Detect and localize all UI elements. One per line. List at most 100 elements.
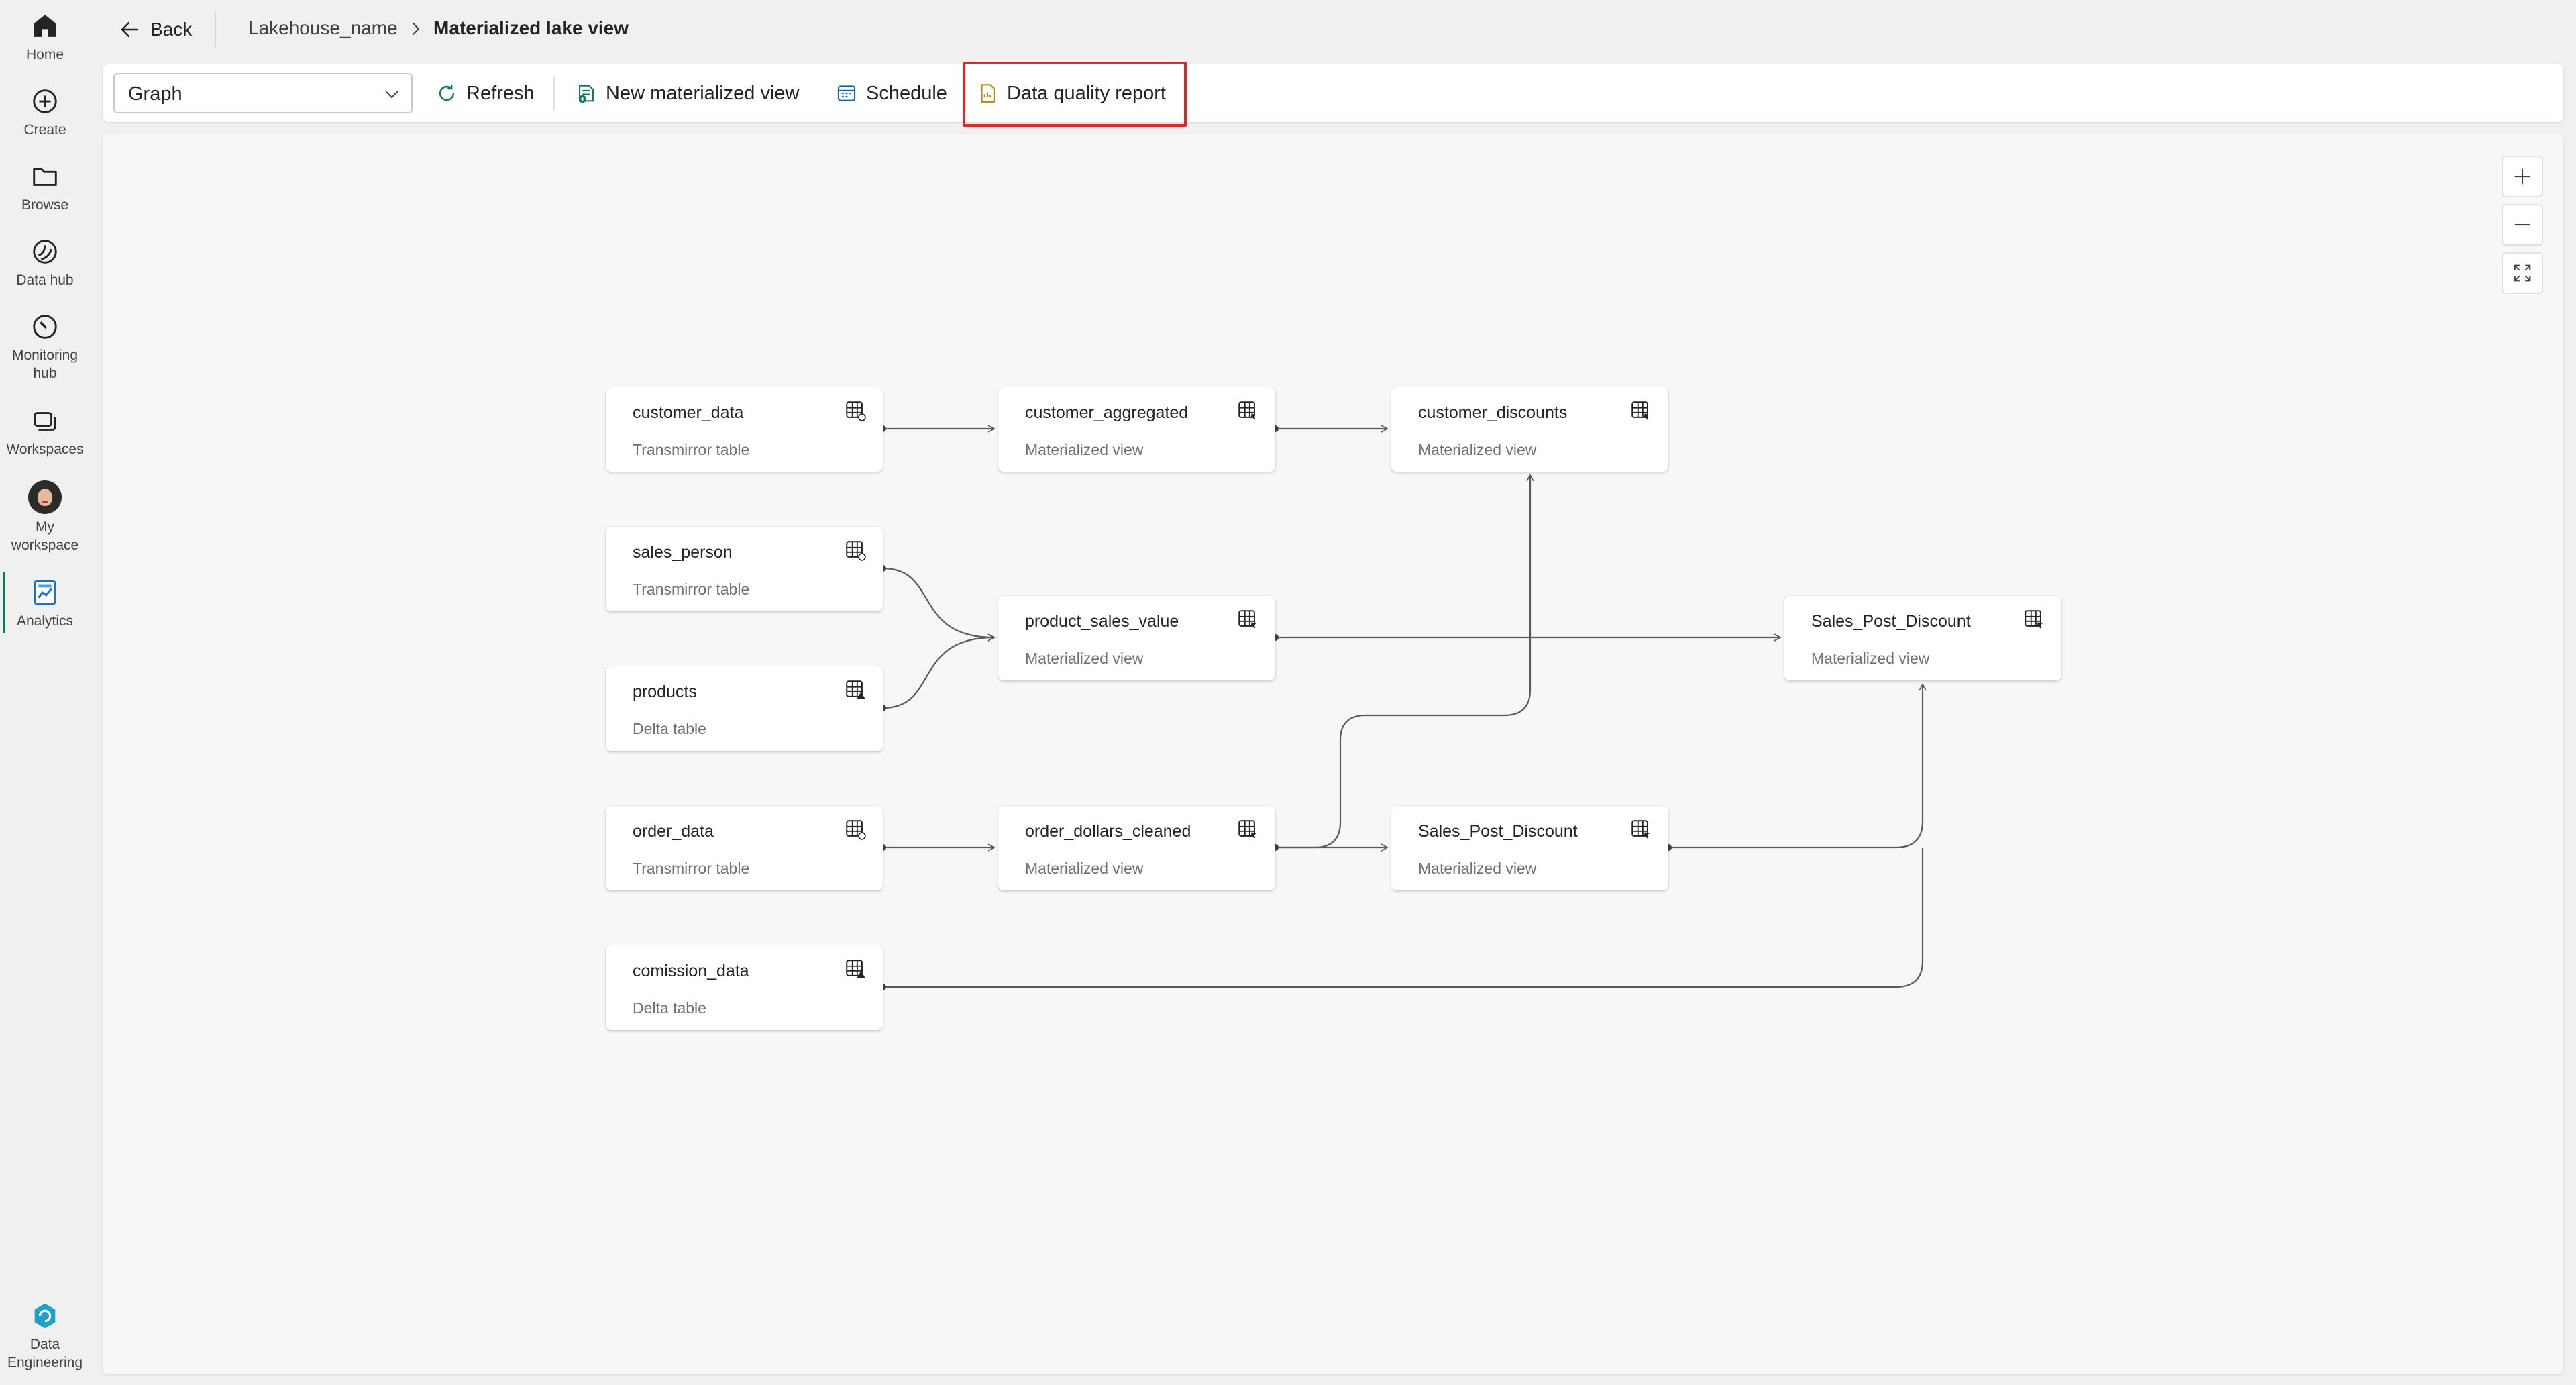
data-hub-icon — [33, 240, 57, 264]
divider — [215, 12, 216, 47]
view-select-value: Graph — [128, 83, 182, 105]
refresh-label: Refresh — [466, 82, 535, 104]
node-sales-post-discount-main[interactable]: Sales_Post_Discount Materialized view — [1784, 596, 2061, 680]
mirror-table-icon — [846, 541, 866, 561]
node-title: comission_data — [633, 962, 749, 980]
back-button[interactable]: Back — [118, 13, 192, 46]
create-icon — [33, 89, 57, 113]
calendar-icon — [837, 85, 856, 101]
minus-icon — [2514, 223, 2530, 226]
rail-item-browse[interactable]: Browse — [0, 161, 90, 214]
rail-label: Data Engineering — [7, 1337, 83, 1370]
chevron-down-icon — [385, 91, 398, 99]
rail-item-data-engineering[interactable]: Data Engineering — [0, 1300, 90, 1372]
node-type: Delta table — [633, 999, 706, 1017]
new-view-icon — [578, 85, 594, 103]
rail-label: Browse — [21, 197, 69, 213]
back-label: Back — [150, 19, 193, 40]
analytics-icon — [34, 580, 56, 605]
node-order-dollars-cleaned[interactable]: order_dollars_cleaned Materialized view — [998, 806, 1275, 890]
workspaces-icon — [34, 412, 56, 431]
node-order-data[interactable]: order_data Transmirror table — [606, 806, 883, 890]
node-title: order_dollars_cleaned — [1025, 822, 1191, 841]
materialized-view-icon — [1238, 820, 1256, 839]
node-type: Materialized view — [1025, 650, 1144, 667]
materialized-view-icon — [1631, 820, 1650, 839]
rail-label: My workspace — [11, 519, 79, 553]
node-type: Materialized view — [1025, 441, 1144, 458]
node-product-sales-value[interactable]: product_sales_value Materialized view — [998, 596, 1275, 680]
browse-icon — [33, 168, 57, 186]
schedule-button[interactable]: Schedule — [835, 74, 947, 113]
rail-label: Home — [25, 47, 64, 62]
left-nav-rail: Home Create Browse Data hub Monitoring h… — [0, 0, 90, 1385]
node-type: Transmirror table — [633, 580, 750, 598]
rail-item-monitoring-hub[interactable]: Monitoring hub — [0, 311, 90, 382]
page-title: Materialized lake view — [433, 17, 629, 38]
node-title: customer_aggregated — [1025, 403, 1189, 422]
delta-table-icon — [846, 960, 865, 978]
rail-item-create[interactable]: Create — [0, 86, 90, 139]
rail-item-data-hub[interactable]: Data hub — [0, 236, 90, 289]
materialized-view-icon — [1238, 610, 1256, 629]
materialized-view-icon — [2025, 610, 2043, 629]
zoom-in-button[interactable] — [2502, 156, 2543, 197]
node-type: Transmirror table — [633, 441, 750, 458]
node-products[interactable]: products Delta table — [606, 666, 883, 751]
node-title: customer_discounts — [1418, 403, 1568, 422]
refresh-icon — [439, 85, 455, 101]
divider — [553, 76, 555, 110]
data-quality-report-label: Data quality report — [1007, 82, 1166, 104]
node-type: Transmirror table — [633, 860, 750, 877]
node-sales-post-discount-secondary[interactable]: Sales_Post_Discount Materialized view — [1391, 806, 1668, 890]
plus-icon — [2514, 168, 2530, 185]
materialized-view-icon — [1238, 401, 1256, 420]
materialized-view-icon — [1631, 401, 1650, 420]
view-select[interactable]: Graph — [113, 73, 413, 113]
breadcrumb-lakehouse[interactable]: Lakehouse_name — [248, 17, 398, 39]
rail-label: Workspaces — [6, 442, 84, 457]
report-icon — [981, 84, 995, 103]
delta-table-icon — [846, 680, 865, 699]
schedule-label: Schedule — [866, 82, 947, 104]
refresh-button[interactable]: Refresh — [435, 74, 535, 113]
node-title: product_sales_value — [1025, 612, 1179, 631]
mirror-table-icon — [846, 820, 866, 840]
rail-label: Create — [23, 122, 66, 138]
data-quality-report-button[interactable]: Data quality report — [976, 74, 1166, 113]
node-type: Delta table — [633, 720, 706, 737]
rail-item-workspaces[interactable]: Workspaces — [0, 405, 90, 458]
data-engineering-icon — [34, 1303, 56, 1329]
node-type: Materialized view — [1418, 860, 1537, 877]
node-title: products — [633, 682, 697, 701]
node-type: Materialized view — [1811, 650, 1930, 667]
node-comission-data[interactable]: comission_data Delta table — [606, 945, 883, 1030]
fit-view-button[interactable] — [2502, 252, 2543, 294]
monitoring-icon — [33, 315, 57, 339]
new-materialized-view-button[interactable]: New materialized view — [575, 74, 800, 113]
avatar — [28, 480, 62, 514]
arrow-left-icon — [121, 21, 138, 38]
rail-item-my-workspace[interactable]: My workspace — [0, 480, 90, 554]
node-customer-discounts[interactable]: customer_discounts Materialized view — [1391, 387, 1668, 472]
rail-item-home[interactable]: Home — [0, 11, 90, 64]
node-sales-person[interactable]: sales_person Transmirror table — [606, 527, 883, 611]
header-bar: Back Lakehouse_name Materialized lake vi… — [90, 0, 2576, 59]
toolbar: Graph Refresh New materialized view Sche… — [103, 64, 2563, 122]
node-type: Materialized view — [1418, 441, 1537, 458]
rail-label: Analytics — [16, 613, 74, 629]
rail-label: Data hub — [16, 272, 74, 288]
lineage-canvas[interactable] — [103, 134, 2563, 1374]
rail-item-analytics[interactable]: Analytics — [0, 577, 90, 630]
node-title: order_data — [633, 822, 714, 841]
home-icon — [34, 15, 56, 37]
fit-screen-icon — [2514, 264, 2531, 282]
zoom-out-button[interactable] — [2502, 204, 2543, 246]
node-customer-data[interactable]: customer_data Transmirror table — [606, 387, 883, 472]
node-customer-aggregated[interactable]: customer_aggregated Materialized view — [998, 387, 1275, 472]
node-title: Sales_Post_Discount — [1418, 822, 1578, 841]
new-view-label: New materialized view — [606, 82, 800, 104]
node-title: sales_person — [633, 543, 733, 562]
mirror-table-icon — [846, 401, 866, 421]
node-title: customer_data — [633, 403, 744, 422]
